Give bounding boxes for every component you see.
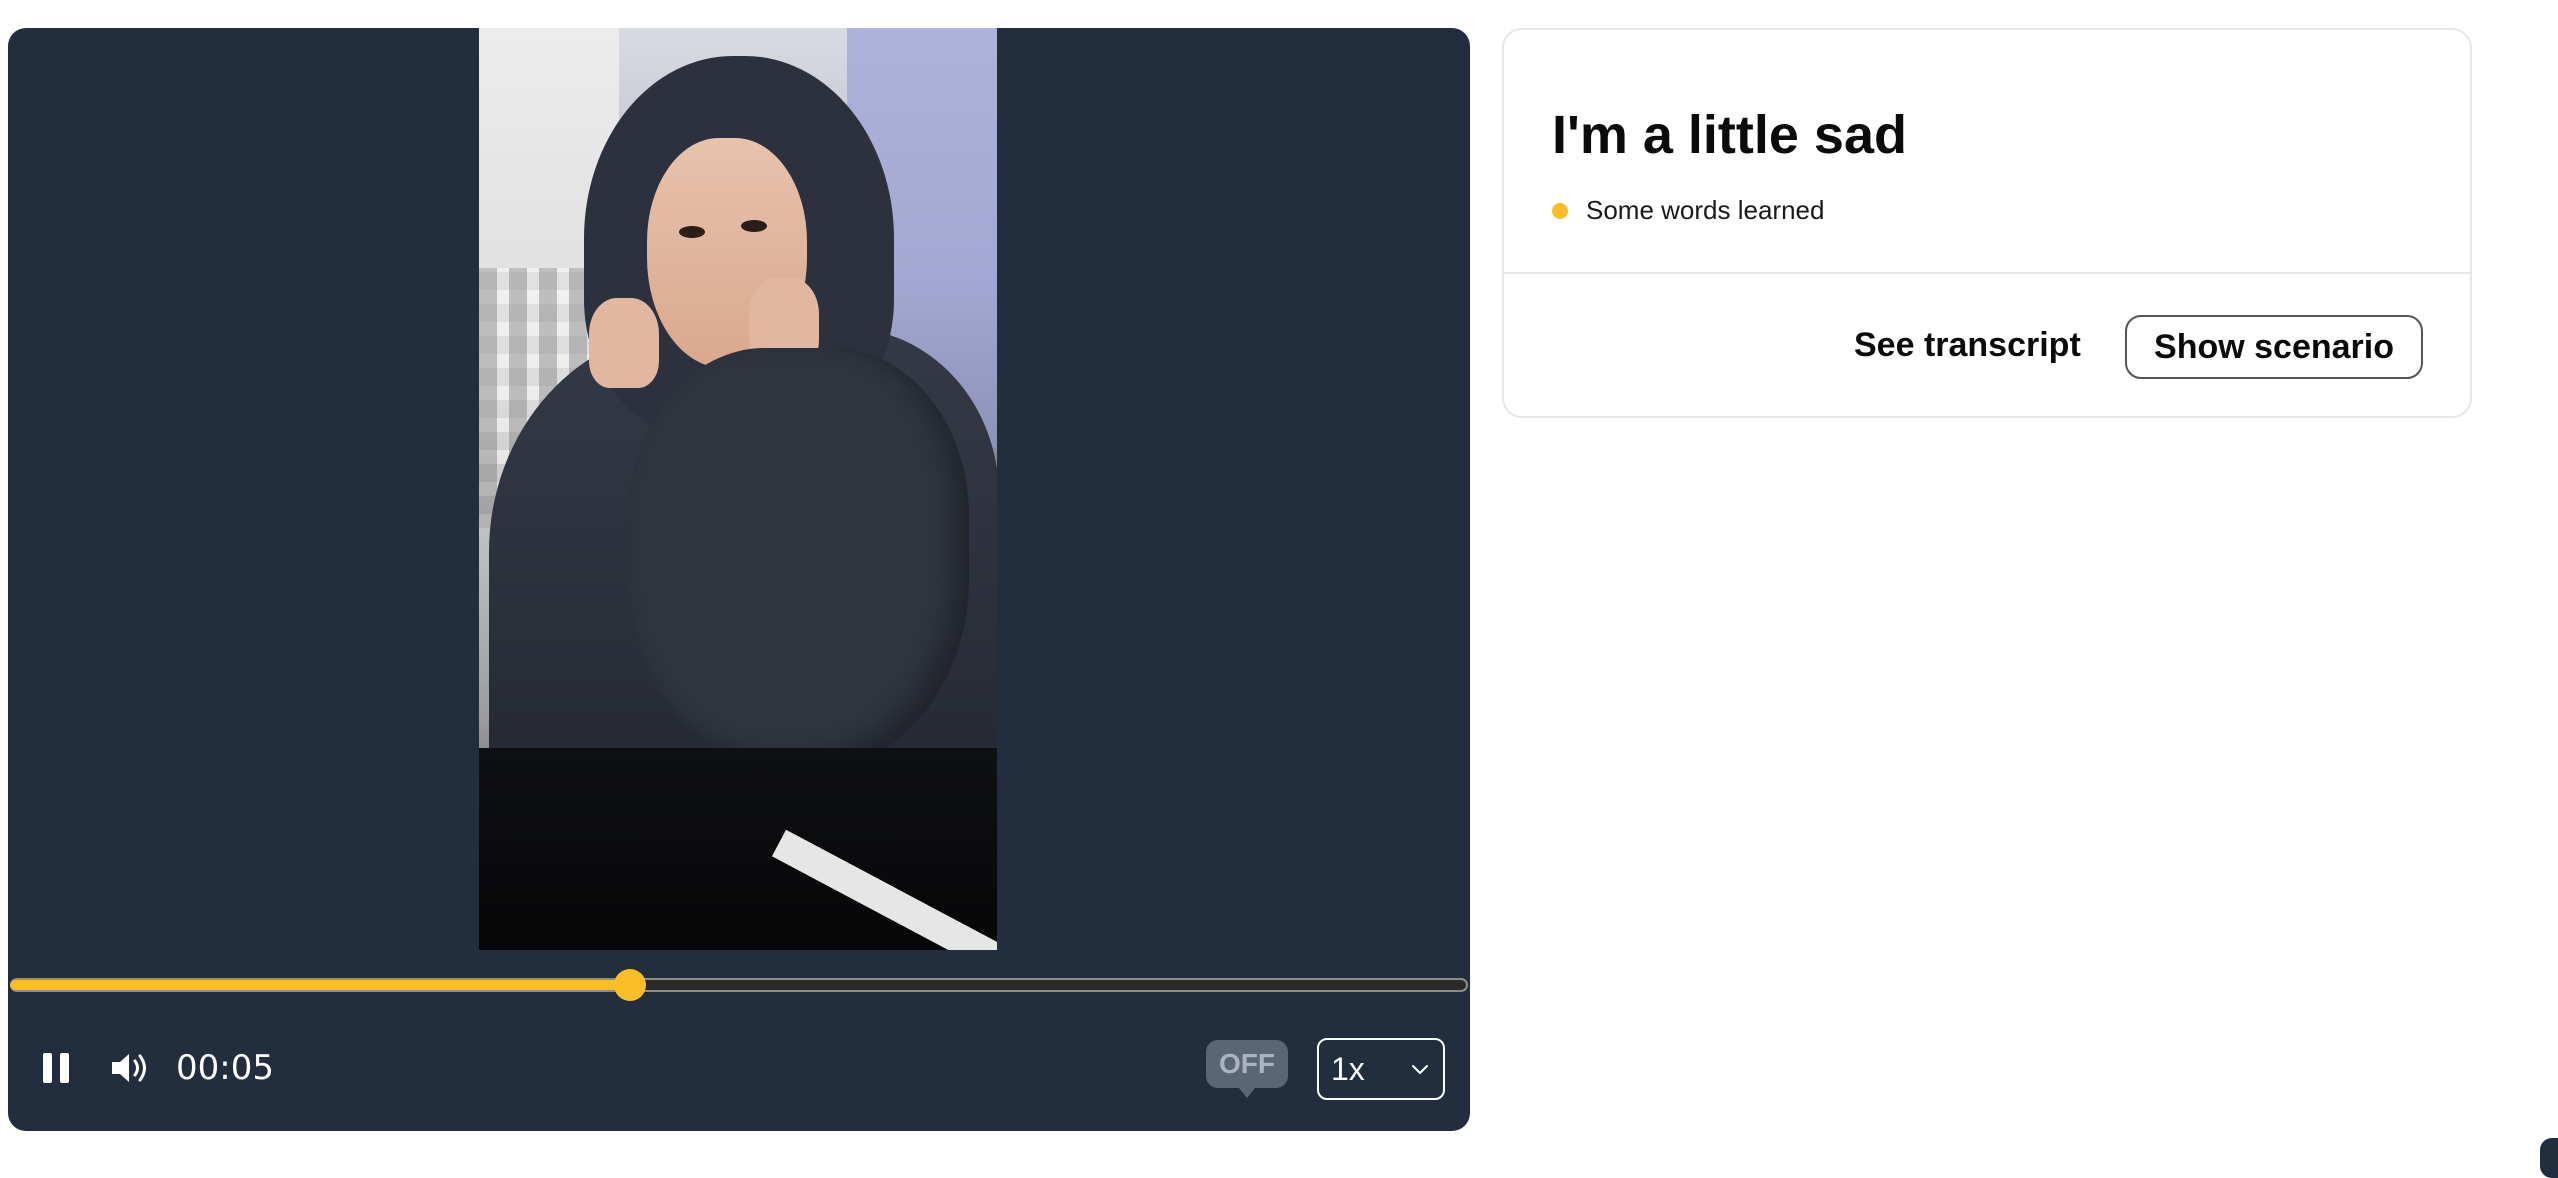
progress-fill <box>10 980 630 990</box>
player-controls: 00:05 OFF 1x <box>8 1018 1470 1118</box>
captions-toggle-label: OFF <box>1219 1048 1275 1079</box>
person-eye-left <box>679 226 705 238</box>
card-divider <box>1504 272 2470 274</box>
volume-button[interactable] <box>102 1046 158 1090</box>
status-text: Some words learned <box>1586 195 1825 225</box>
person-hand-left <box>589 298 659 388</box>
video-frame[interactable] <box>479 28 997 950</box>
elapsed-time: 00:05 <box>176 1048 274 1088</box>
status-dot <box>1552 202 1568 219</box>
captions-toggle[interactable]: OFF <box>1206 1040 1288 1098</box>
playback-speed-value: 1x <box>1331 1050 1365 1087</box>
show-scenario-button[interactable]: Show scenario <box>2125 315 2423 379</box>
pause-icon <box>43 1053 69 1083</box>
learning-status: Some words learned <box>1552 195 1824 226</box>
playback-speed-select[interactable]: 1x <box>1317 1038 1445 1100</box>
lesson-title: I'm a little sad <box>1552 105 1907 165</box>
see-transcript-button[interactable]: See transcript <box>1854 326 2081 365</box>
progress-scrubber-handle[interactable] <box>613 969 646 1001</box>
progress-bar[interactable] <box>10 969 1468 1001</box>
lesson-info-card: I'm a little sad Some words learned See … <box>1502 28 2472 418</box>
volume-icon <box>112 1054 146 1082</box>
video-player[interactable]: 00:05 OFF 1x <box>8 28 1470 1131</box>
chevron-down-icon <box>1412 1065 1428 1074</box>
person-arm <box>629 348 969 768</box>
person-eye-right <box>741 220 767 232</box>
corner-widget[interactable] <box>2540 1138 2558 1178</box>
pause-button[interactable] <box>34 1046 78 1090</box>
